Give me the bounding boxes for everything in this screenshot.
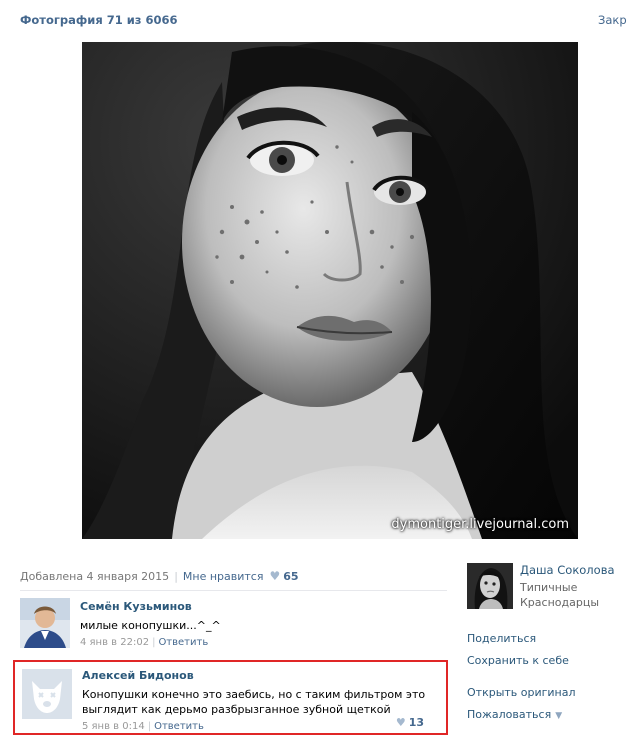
like-button[interactable]: Мне нравится [183, 570, 264, 583]
heart-icon: ♥ [395, 716, 406, 729]
owner-avatar-image [467, 563, 513, 609]
added-date: Добавлена 4 января 2015 [20, 570, 170, 583]
photo-watermark: dymontiger.livejournal.com [391, 517, 569, 532]
comment-like-button[interactable]: ♥ 13 [396, 716, 424, 729]
comment-date[interactable]: 5 янв в 0:14 [82, 721, 145, 732]
comment-date[interactable]: 4 янв в 22:02 [80, 637, 149, 648]
reply-button[interactable]: Ответить [158, 637, 208, 648]
comment-text: милые конопушки...^_^ [80, 619, 221, 632]
comment-item-highlighted: Алексей Бидонов Конопушки конечно это за… [13, 660, 448, 735]
comment-author[interactable]: Алексей Бидонов [82, 669, 446, 682]
info-separator: | [147, 721, 152, 732]
photo-meta: Добавлена 4 января 2015 | Мне нравится ♥ 65 [20, 569, 299, 583]
comment-like-count: 13 [408, 716, 424, 729]
deactivated-dog-icon [22, 669, 72, 719]
comment-item: Семён Кузьминов милые конопушки...^_^ 4 … [20, 598, 447, 656]
comment-body: Алексей Бидонов Конопушки конечно это за… [82, 669, 446, 732]
photo-viewer: Фотография 71 из 6066 Закрыть [0, 0, 627, 753]
photo-actions: Поделиться Сохранить к себе Открыть ориг… [467, 632, 617, 730]
close-link[interactable]: Закрыть [598, 13, 627, 27]
open-original-link[interactable]: Открыть оригинал [467, 686, 617, 708]
photo-image[interactable]: dymontiger.livejournal.com [82, 42, 578, 539]
report-label: Пожаловаться [467, 708, 552, 721]
comment-body: Семён Кузьминов милые конопушки...^_^ 4 … [80, 600, 447, 648]
actions-gap [467, 676, 617, 686]
meta-separator: | [174, 570, 178, 583]
photo-counter-title: Фотография 71 из 6066 [20, 13, 178, 27]
comment-info: 5 янв в 0:14 | Ответить [82, 721, 446, 732]
portrait-illustration [82, 42, 578, 539]
save-to-self-link[interactable]: Сохранить к себе [467, 654, 617, 676]
comment-author[interactable]: Семён Кузьминов [80, 600, 447, 613]
avatar[interactable] [22, 669, 72, 719]
report-dropdown[interactable]: Пожаловаться ▼ [467, 708, 617, 730]
owner-avatar[interactable] [467, 563, 513, 609]
user-avatar-icon [20, 598, 70, 648]
chevron-down-icon: ▼ [555, 711, 563, 721]
share-link[interactable]: Поделиться [467, 632, 617, 654]
avatar[interactable] [20, 598, 70, 648]
heart-icon[interactable]: ♥ [269, 569, 280, 583]
divider [20, 590, 447, 591]
comment-info: 4 янв в 22:02 | Ответить [80, 637, 447, 648]
comment-text: Конопушки конечно это заебись, но с таки… [82, 688, 426, 716]
owner-name-link[interactable]: Даша Соколова [520, 563, 615, 577]
info-separator: | [152, 637, 156, 648]
reply-button[interactable]: Ответить [154, 721, 204, 732]
like-count: 65 [283, 570, 299, 583]
album-link[interactable]: Типичные Краснодарцы [520, 580, 620, 610]
